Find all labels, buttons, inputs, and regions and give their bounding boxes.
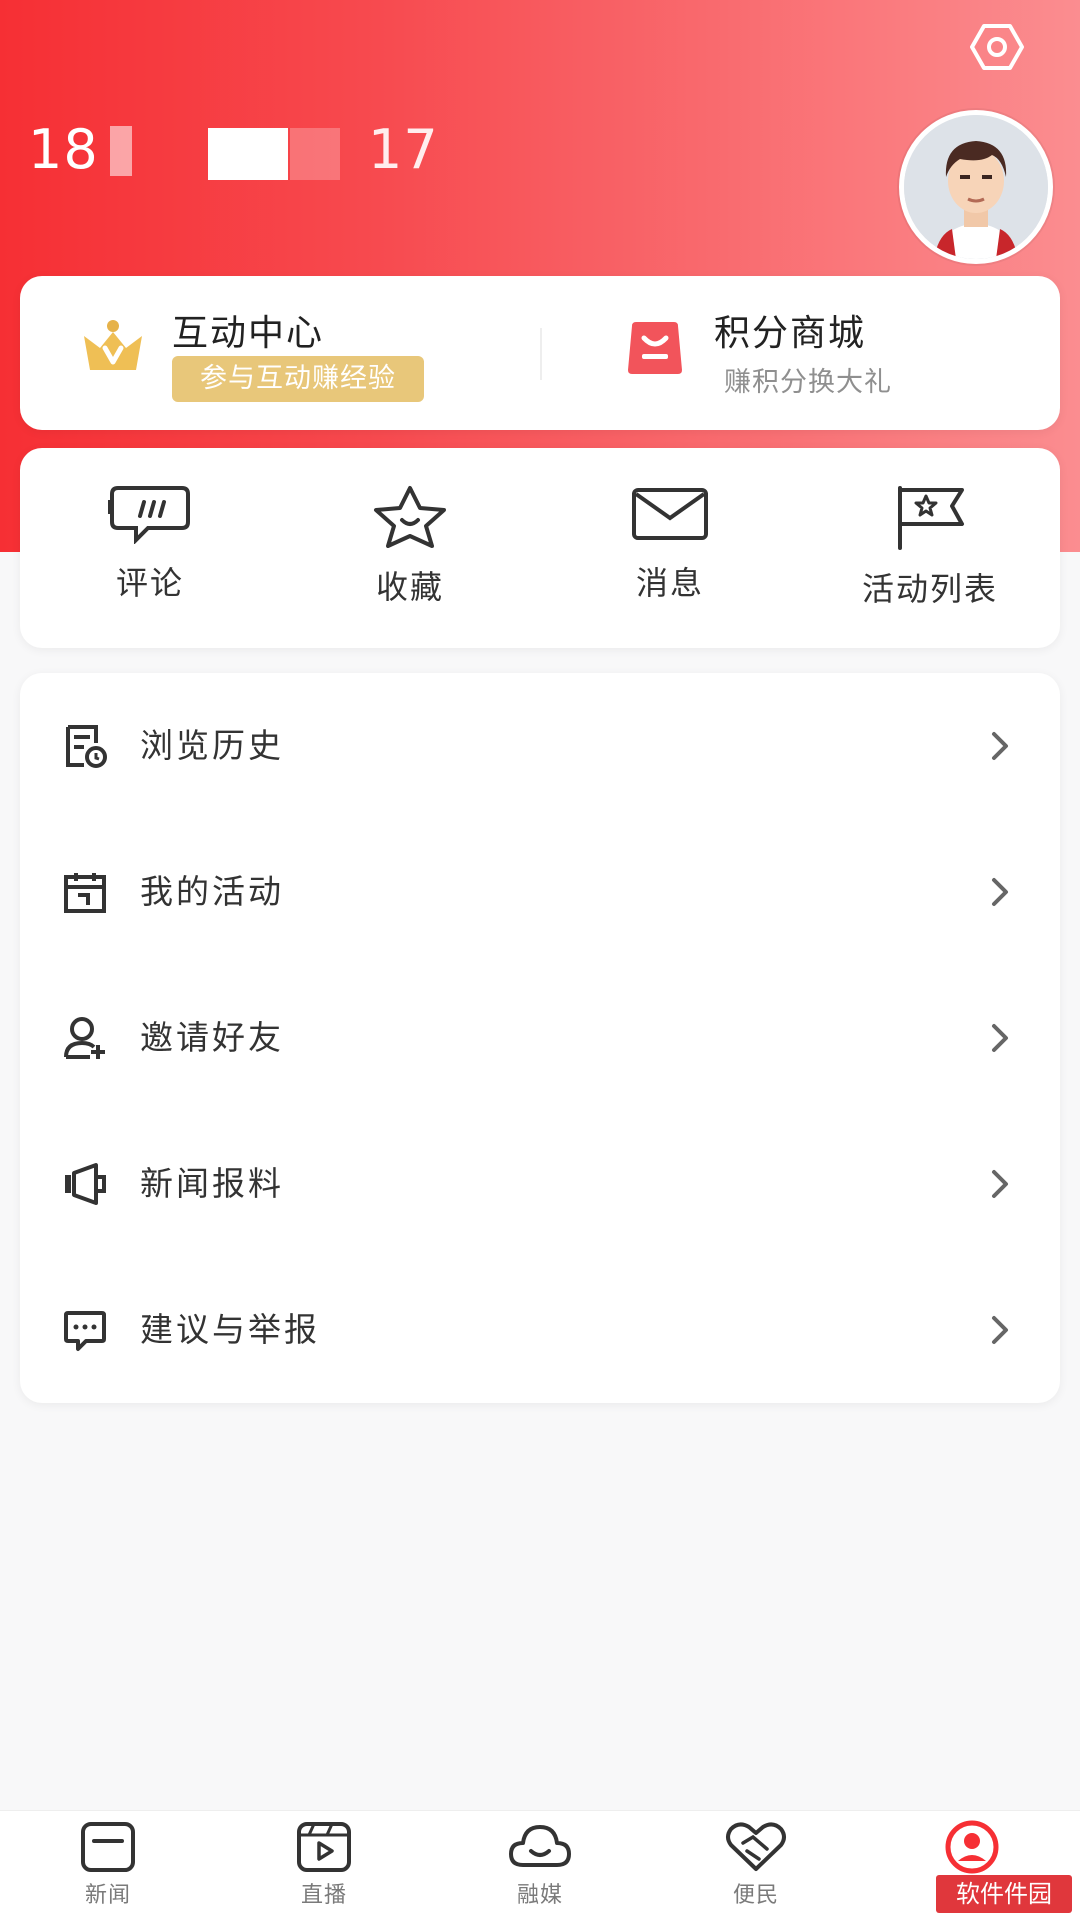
profile-icon (945, 1820, 999, 1874)
flag-icon (898, 486, 964, 550)
menu-item-my-activities[interactable]: 我的活动 (20, 819, 1060, 965)
tab-services[interactable]: 便民 (676, 1819, 836, 1919)
profile-page: 18 17 互动中心 参与互动赚经验 积分商城 赚积分换大礼 评论 收藏 消息 … (0, 0, 1080, 1920)
quick-action-activity-list[interactable]: 活动列表 (800, 484, 1060, 614)
points-mall[interactable]: 积分商城 赚积分换大礼 (540, 276, 1060, 430)
tab-news[interactable]: 新闻 (28, 1819, 188, 1919)
watermark: 软件件园 (936, 1875, 1072, 1913)
tab-label: 直播 (300, 1883, 347, 1908)
menu-item-label: 浏览历史 (140, 726, 284, 765)
menu-list-card: 浏览历史 我的活动 邀请好友 新闻报料 建议与举报 (20, 673, 1060, 1403)
menu-item-label: 建议与举报 (140, 1310, 320, 1349)
interaction-center[interactable]: 互动中心 参与互动赚经验 (20, 276, 540, 430)
heart-hand-icon (726, 1822, 786, 1871)
tab-media[interactable]: 融媒 (460, 1819, 620, 1919)
live-icon (297, 1822, 351, 1872)
avatar[interactable] (899, 110, 1053, 264)
quick-action-favorites[interactable]: 收藏 (280, 484, 540, 614)
menu-item-invite-friends[interactable]: 邀请好友 (20, 965, 1060, 1111)
tab-label: 新闻 (84, 1883, 131, 1908)
bottom-tab-bar: 新闻 直播 融媒 便民 (0, 1810, 1080, 1920)
chevron-right-icon (992, 732, 1008, 760)
menu-item-label: 新闻报料 (140, 1164, 284, 1203)
shopping-bag-icon (628, 322, 682, 374)
phone-suffix: 17 (368, 118, 439, 181)
tab-label: 便民 (732, 1883, 779, 1908)
quick-action-messages[interactable]: 消息 (540, 484, 800, 614)
menu-item-label: 我的活动 (140, 872, 284, 911)
quick-action-comment[interactable]: 评论 (20, 484, 280, 614)
interaction-center-subtitle: 参与互动赚经验 (172, 356, 424, 402)
tab-live[interactable]: 直播 (244, 1819, 404, 1919)
menu-item-browse-history[interactable]: 浏览历史 (20, 673, 1060, 819)
privacy-mask (110, 126, 132, 176)
feedback-icon (64, 1311, 106, 1351)
quick-action-label: 评论 (115, 564, 184, 602)
tab-label: 融媒 (516, 1883, 563, 1908)
crown-icon (84, 320, 142, 370)
chevron-right-icon (992, 1170, 1008, 1198)
menu-item-label: 邀请好友 (140, 1018, 284, 1057)
news-icon (81, 1822, 135, 1872)
quick-action-label: 收藏 (375, 568, 444, 606)
privacy-mask (290, 128, 340, 180)
chevron-right-icon (992, 1316, 1008, 1344)
interaction-card: 互动中心 参与互动赚经验 积分商城 赚积分换大礼 (20, 276, 1060, 430)
star-icon (374, 486, 446, 548)
quick-action-label: 活动列表 (861, 570, 998, 608)
quick-action-label: 消息 (635, 564, 704, 602)
menu-item-news-tip[interactable]: 新闻报料 (20, 1111, 1060, 1257)
phone-prefix: 18 (28, 118, 99, 181)
chevron-right-icon (992, 1024, 1008, 1052)
mail-icon (632, 488, 708, 540)
cloud-icon (509, 1825, 571, 1867)
chevron-right-icon (992, 878, 1008, 906)
privacy-mask (208, 128, 288, 180)
comment-icon (108, 486, 190, 544)
history-icon (66, 725, 107, 768)
interaction-center-title: 互动中心 (172, 313, 325, 354)
settings-hexagon-icon[interactable] (970, 22, 1024, 72)
points-mall-subtitle: 赚积分换大礼 (724, 367, 892, 398)
user-avatar-icon (904, 115, 1048, 259)
menu-item-feedback-report[interactable]: 建议与举报 (20, 1257, 1060, 1403)
megaphone-icon (65, 1163, 106, 1205)
add-user-icon (64, 1017, 105, 1059)
calendar-icon (64, 873, 106, 913)
points-mall-title: 积分商城 (714, 313, 867, 354)
quick-actions-card: 评论 收藏 消息 活动列表 (20, 448, 1060, 648)
user-phone-number[interactable]: 18 17 (28, 118, 448, 188)
